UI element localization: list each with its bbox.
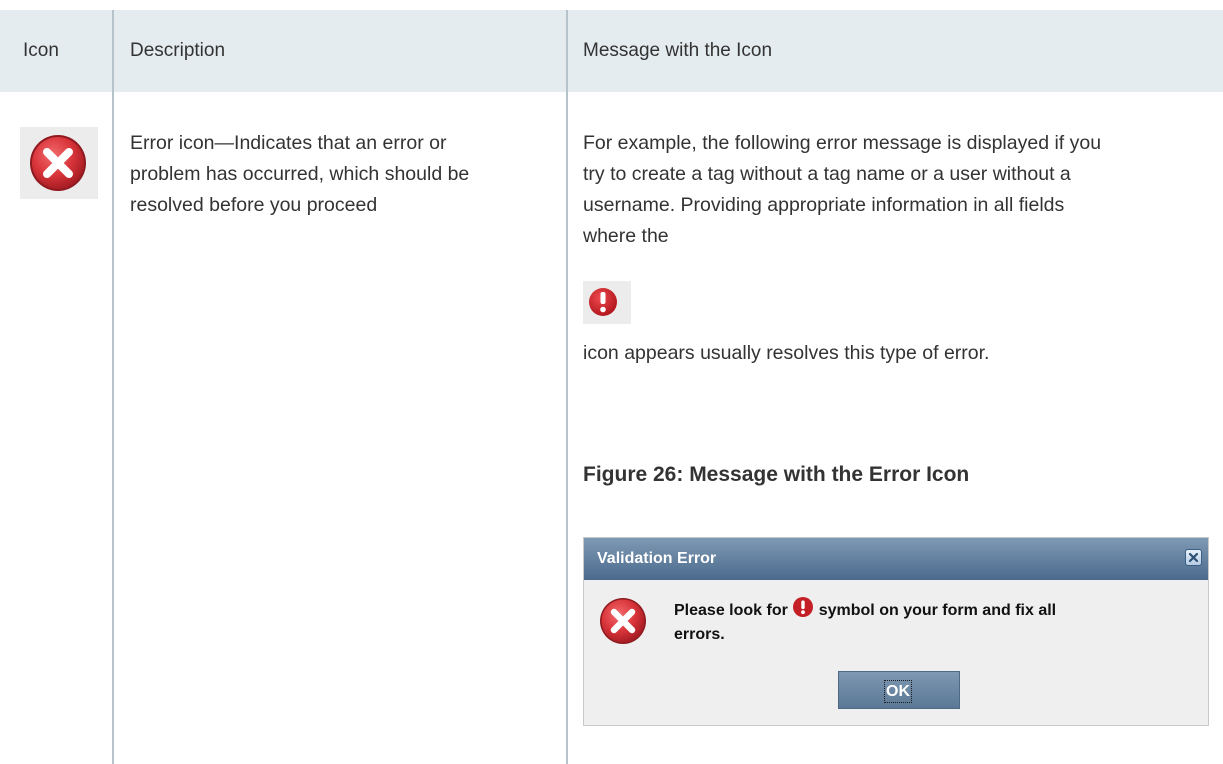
dialog-message-line2: errors.	[674, 626, 725, 643]
column-divider-2	[566, 10, 568, 764]
close-icon[interactable]	[1185, 549, 1202, 566]
dialog-message: Please look for symbol on your form and …	[674, 596, 1074, 645]
header-message: Message with the Icon	[583, 40, 773, 61]
message-after-icon: icon appears usually resolves this type …	[583, 342, 990, 364]
figure-caption: Figure 26: Message with the Error Icon	[583, 463, 970, 486]
dialog-message-after: symbol on your form and fix all	[818, 602, 1057, 619]
message-line: where the	[583, 225, 669, 247]
validation-error-dialog: Validation Error Please look for symbol …	[583, 537, 1209, 726]
description-line: problem has occurred, which should be	[130, 163, 470, 185]
error-icon	[598, 596, 648, 646]
dialog-message-before: Please look for	[674, 602, 788, 619]
message-line: username. Providing appropriate informat…	[583, 194, 1065, 216]
description-text: Error icon—Indicates that an error or pr…	[130, 128, 550, 221]
header-icon: Icon	[23, 40, 59, 61]
icon-description-table: Icon Description Message with the Icon E…	[0, 0, 1223, 764]
dialog-title: Validation Error	[597, 550, 717, 567]
error-icon	[20, 127, 98, 199]
message-line: try to create a tag without a tag name o…	[583, 163, 1071, 185]
description-line: Error icon—Indicates that an error or	[130, 132, 447, 154]
exclamation-icon	[583, 281, 631, 324]
header-description: Description	[130, 40, 226, 61]
ok-button-label: OK	[884, 680, 912, 703]
dialog-title-bar: Validation Error	[584, 538, 1208, 580]
description-line: resolved before you proceed	[130, 194, 378, 216]
column-divider-1	[112, 10, 114, 764]
ok-button[interactable]: OK	[838, 671, 960, 709]
exclamation-icon	[792, 596, 814, 624]
message-text: For example, the following error message…	[583, 128, 1223, 252]
table-header-row: Icon Description Message with the Icon	[0, 10, 1223, 92]
message-line: For example, the following error message…	[583, 132, 1102, 154]
